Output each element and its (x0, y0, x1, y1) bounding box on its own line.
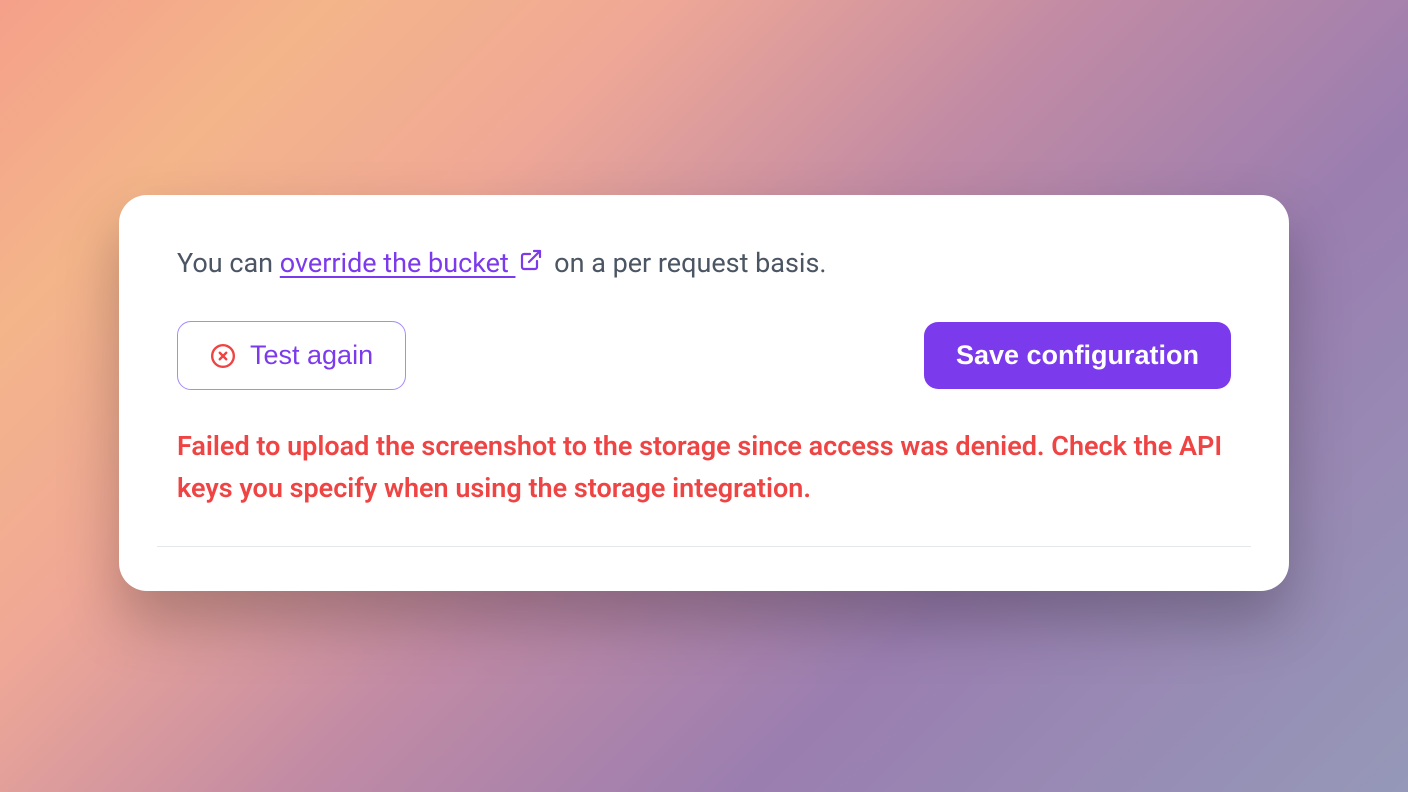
button-row: Test again Save configuration (177, 321, 1231, 390)
intro-suffix: on a per request basis. (547, 247, 826, 279)
save-configuration-button[interactable]: Save configuration (924, 322, 1231, 389)
external-link-icon (519, 243, 543, 284)
override-bucket-link[interactable]: override the bucket (280, 247, 548, 279)
error-message: Failed to upload the screenshot to the s… (177, 426, 1231, 510)
test-again-label: Test again (250, 340, 373, 371)
intro-prefix: You can (177, 247, 280, 279)
error-circle-icon (210, 343, 236, 369)
intro-text: You can override the bucket on a per req… (177, 243, 1231, 285)
save-configuration-label: Save configuration (956, 340, 1199, 371)
test-again-button[interactable]: Test again (177, 321, 406, 390)
link-text: override the bucket (280, 247, 516, 279)
config-card: You can override the bucket on a per req… (119, 195, 1289, 591)
divider (157, 546, 1251, 547)
